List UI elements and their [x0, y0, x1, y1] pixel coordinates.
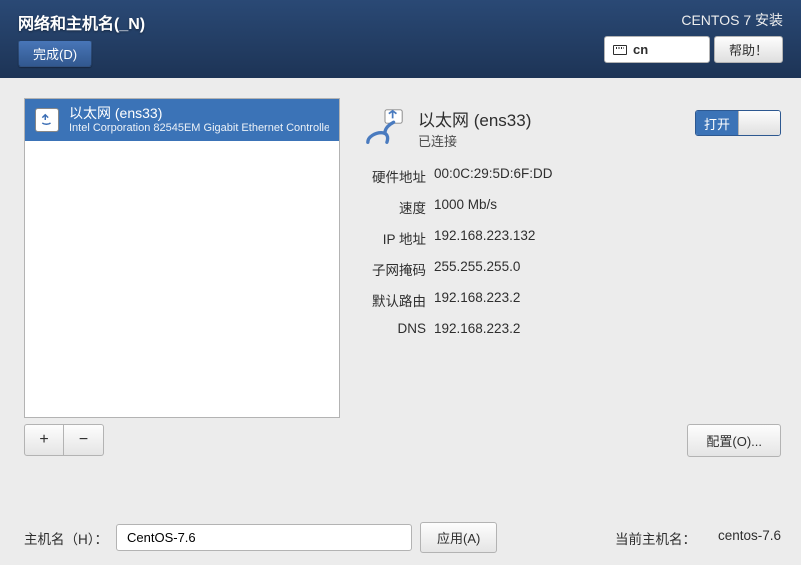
device-list[interactable]: 以太网 (ens33) Intel Corporation 82545EM Gi… [24, 98, 340, 418]
hostname-row: 主机名（H）： 应用(A) 当前主机名： centos-7.6 [24, 522, 781, 553]
header-controls: cn 帮助！ [604, 36, 783, 63]
details-column: 以太网 (ens33) 已连接 硬件地址 00:0C:29:5D:6F:DD 速… [364, 98, 781, 492]
connection-switch-container: 打开 [695, 110, 781, 136]
ip-label: IP 地址 [364, 228, 426, 248]
connection-info-table: 硬件地址 00:0C:29:5D:6F:DD 速度 1000 Mb/s IP 地… [364, 166, 781, 336]
ip-value: 192.168.223.132 [434, 228, 781, 248]
current-hostname-group: 当前主机名： centos-7.6 [615, 528, 781, 548]
hostname-input[interactable] [116, 524, 412, 551]
speed-label: 速度 [364, 197, 426, 217]
current-hostname-value: centos-7.6 [718, 528, 781, 548]
page-title: 网络和主机名(_N) [18, 10, 145, 34]
hw-addr-label: 硬件地址 [364, 166, 426, 186]
content-area: 以太网 (ens33) Intel Corporation 82545EM Gi… [0, 78, 801, 565]
connection-switch[interactable]: 打开 [695, 110, 781, 136]
switch-on-label: 打开 [696, 111, 738, 135]
device-list-buttons: + − [24, 424, 340, 456]
switch-handle [738, 111, 780, 135]
speed-value: 1000 Mb/s [434, 197, 781, 217]
connection-status: 已连接 [418, 131, 531, 150]
gateway-value: 192.168.223.2 [434, 290, 781, 310]
connection-title: 以太网 (ens33) [418, 106, 531, 131]
done-button[interactable]: 完成(D) [18, 40, 92, 67]
hw-addr-value: 00:0C:29:5D:6F:DD [434, 166, 781, 186]
connection-title-group: 以太网 (ens33) 已连接 [418, 106, 531, 150]
gateway-label: 默认路由 [364, 290, 426, 310]
device-texts: 以太网 (ens33) Intel Corporation 82545EM Gi… [69, 106, 329, 133]
input-method-label: cn [633, 42, 648, 57]
device-description: Intel Corporation 82545EM Gigabit Ethern… [69, 122, 329, 134]
ethernet-icon [35, 108, 59, 132]
dns-label: DNS [364, 321, 426, 336]
installer-title: CENTOS 7 安装 [604, 10, 783, 30]
keyboard-icon [613, 45, 627, 55]
current-hostname-label: 当前主机名： [615, 528, 696, 548]
device-name: 以太网 (ens33) [69, 106, 329, 121]
remove-device-button[interactable]: − [64, 424, 104, 456]
dns-value: 192.168.223.2 [434, 321, 781, 336]
hostname-label: 主机名（H）： [24, 528, 108, 548]
configure-button[interactable]: 配置(O)... [687, 424, 781, 457]
help-button[interactable]: 帮助！ [714, 36, 783, 63]
netmask-value: 255.255.255.0 [434, 259, 781, 279]
input-method-selector[interactable]: cn [604, 36, 710, 63]
main-row: 以太网 (ens33) Intel Corporation 82545EM Gi… [24, 98, 781, 492]
apply-hostname-button[interactable]: 应用(A) [420, 522, 497, 553]
add-device-button[interactable]: + [24, 424, 64, 456]
device-item[interactable]: 以太网 (ens33) Intel Corporation 82545EM Gi… [25, 99, 339, 141]
header-bar: 网络和主机名(_N) 完成(D) CENTOS 7 安装 cn 帮助！ [0, 0, 801, 78]
netmask-label: 子网掩码 [364, 259, 426, 279]
header-right: CENTOS 7 安装 cn 帮助！ [604, 10, 783, 68]
header-left: 网络和主机名(_N) 完成(D) [18, 10, 145, 68]
ethernet-large-icon [364, 106, 406, 148]
device-column: 以太网 (ens33) Intel Corporation 82545EM Gi… [24, 98, 340, 492]
